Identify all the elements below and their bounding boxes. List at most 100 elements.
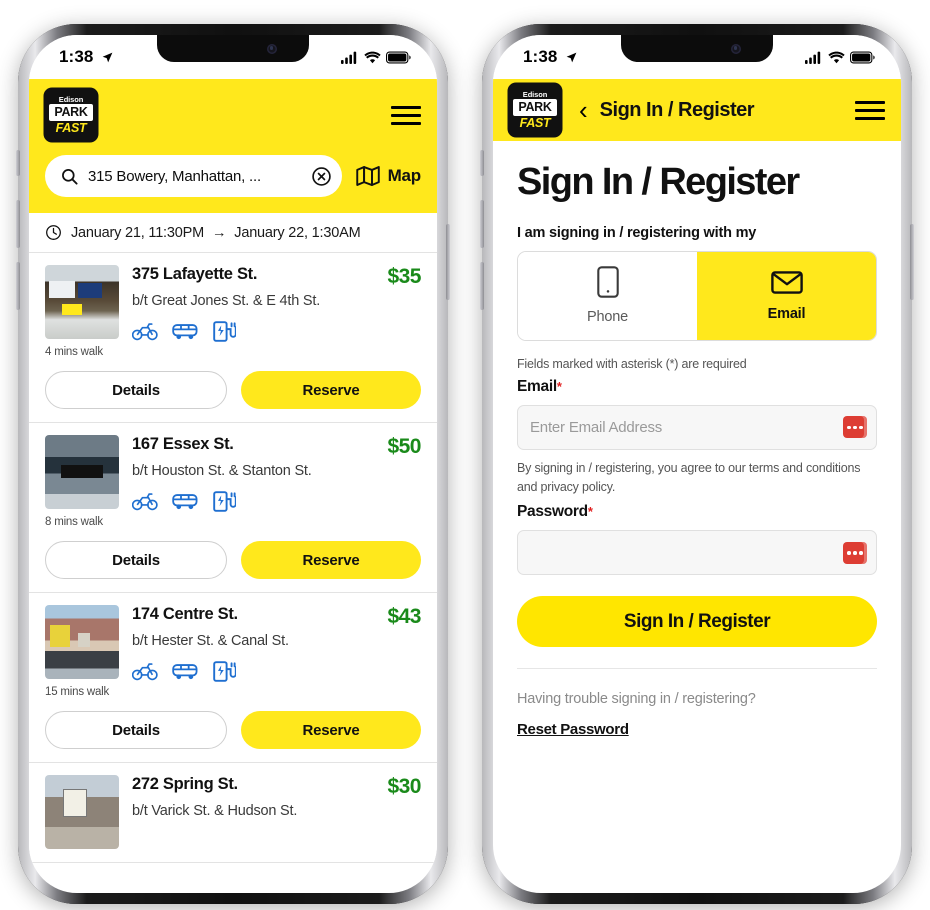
notch <box>157 35 309 62</box>
auth-method-phone[interactable]: Phone <box>518 251 697 340</box>
date-range-row[interactable]: January 21, 11:30PM → January 22, 1:30AM <box>29 213 437 253</box>
envelope-icon <box>770 271 803 294</box>
listing-info: 375 Lafayette St. $35 b/t Great Jones St… <box>132 265 421 358</box>
auth-method-email[interactable]: Email <box>697 251 876 340</box>
listing-actions: Details Reserve <box>45 371 421 409</box>
parking-listings: 4 mins walk 375 Lafayette St. $35 b/t Gr… <box>29 253 437 863</box>
volume-up-button[interactable] <box>16 200 20 248</box>
listing-thumbnail: PARK <box>45 775 119 849</box>
section-divider <box>517 668 877 670</box>
listing-amenities <box>132 490 421 512</box>
map-view-button[interactable]: Map <box>355 165 421 187</box>
status-indicators <box>341 50 411 64</box>
shuttle-van-icon <box>172 494 198 510</box>
listing-thumb-column: 15 mins walk <box>45 605 119 698</box>
email-input[interactable] <box>530 418 864 436</box>
logo-fast-text: FAST <box>55 121 87 135</box>
hamburger-menu-icon[interactable] <box>391 105 421 125</box>
listing-cross-streets: b/t Great Jones St. & E 4th St. <box>132 293 321 309</box>
password-input[interactable] <box>530 544 864 562</box>
auth-method-email-label: Email <box>767 305 806 322</box>
wifi-icon <box>828 51 845 63</box>
edison-parkfast-logo: Edison PARK FAST <box>509 84 561 136</box>
password-manager-icon[interactable] <box>843 541 867 564</box>
battery-icon <box>850 50 875 64</box>
power-button[interactable] <box>446 224 450 300</box>
listing-summary: PARK 272 Spring St. $30 b/t Varick St. &… <box>45 775 421 849</box>
right-phone-device: 1:38 Edison PARK FAST ‹ Sign In / Regist… <box>480 24 914 904</box>
location-arrow-icon <box>103 52 113 62</box>
listing-title-row: 272 Spring St. $30 <box>132 775 421 799</box>
listing-thumb-column: PARK 8 mins walk <box>45 435 119 528</box>
listing-card[interactable]: 15 mins walk 174 Centre St. $43 b/t Hest… <box>29 593 437 763</box>
listing-thumbnail: PARK <box>45 435 119 509</box>
front-camera-icon <box>267 44 277 54</box>
reserve-button[interactable]: Reserve <box>241 371 421 409</box>
email-field-wrapper[interactable] <box>517 404 877 450</box>
app-header-bar: Edison PARK FAST 315 Bowery, Manhattan, … <box>29 79 437 213</box>
clock-icon <box>46 225 61 240</box>
password-manager-icon[interactable] <box>843 416 867 439</box>
listing-info: 272 Spring St. $30 b/t Varick St. & Huds… <box>132 775 421 849</box>
reserve-button[interactable]: Reserve <box>241 541 421 579</box>
auth-method-toggle: Phone Email <box>517 250 877 341</box>
listing-title-row: 174 Centre St. $43 <box>132 605 421 629</box>
bicycle-icon <box>132 323 158 341</box>
listing-card[interactable]: PARK 272 Spring St. $30 b/t Varick St. &… <box>29 763 437 863</box>
reserve-button[interactable]: Reserve <box>241 711 421 749</box>
listing-address: 272 Spring St. <box>132 775 238 793</box>
details-button[interactable]: Details <box>45 541 227 579</box>
date-range-arrow-icon: → <box>211 224 227 241</box>
sign-in-form: Sign In / Register I am signing in / reg… <box>493 141 901 740</box>
location-arrow-icon <box>567 52 577 62</box>
thumbnail-park-sign: PARK <box>64 467 91 477</box>
terms-text: By signing in / registering, you agree t… <box>517 460 861 494</box>
logo-fast-text: FAST <box>519 116 551 130</box>
hamburger-line <box>855 116 885 120</box>
logo-park-text: PARK <box>513 99 557 116</box>
listing-summary: 15 mins walk 174 Centre St. $43 b/t Hest… <box>45 605 421 698</box>
listing-amenities <box>132 320 421 342</box>
date-range-text: January 21, 11:30PM → January 22, 1:30AM <box>71 224 361 241</box>
phone-device-icon <box>596 266 619 299</box>
shuttle-van-icon <box>172 664 198 680</box>
details-button[interactable]: Details <box>45 711 227 749</box>
power-button[interactable] <box>910 224 914 300</box>
sign-in-register-button[interactable]: Sign In / Register <box>517 596 877 648</box>
details-button[interactable]: Details <box>45 371 227 409</box>
listing-amenities <box>132 660 421 682</box>
bicycle-icon <box>132 663 158 681</box>
listing-walk-time: 8 mins walk <box>45 516 103 528</box>
chevron-left-icon[interactable]: ‹ <box>579 97 588 123</box>
listing-address: 167 Essex St. <box>132 435 234 453</box>
listing-title-row: 167 Essex St. $50 <box>132 435 421 459</box>
listing-title-row: 375 Lafayette St. $35 <box>132 265 421 289</box>
mute-switch[interactable] <box>16 150 20 176</box>
notch <box>621 35 773 62</box>
volume-down-button[interactable] <box>480 262 484 310</box>
search-input[interactable]: 315 Bowery, Manhattan, ... <box>88 168 302 185</box>
email-field-label: Email* <box>517 378 877 396</box>
mute-switch[interactable] <box>480 150 484 176</box>
listing-price: $50 <box>387 435 421 458</box>
ev-charger-icon <box>213 320 236 342</box>
pm-dot <box>847 551 851 555</box>
ev-charger-icon <box>213 660 236 682</box>
edison-parkfast-logo: Edison PARK FAST <box>45 89 97 141</box>
header-top-row: Edison PARK FAST <box>29 79 437 141</box>
header-nav-row: Edison PARK FAST ‹ Sign In / Register <box>493 79 901 141</box>
listing-card[interactable]: 4 mins walk 375 Lafayette St. $35 b/t Gr… <box>29 253 437 423</box>
password-field-wrapper[interactable] <box>517 530 877 576</box>
reset-password-link[interactable]: Reset Password <box>517 721 629 738</box>
listing-card[interactable]: PARK 8 mins walk 167 Essex St. $50 b/t H… <box>29 423 437 593</box>
listing-info: 174 Centre St. $43 b/t Hester St. & Cana… <box>132 605 421 698</box>
clear-circle-icon[interactable] <box>311 166 332 187</box>
listing-summary: 4 mins walk 375 Lafayette St. $35 b/t Gr… <box>45 265 421 358</box>
cellular-signal-icon <box>341 51 357 64</box>
volume-up-button[interactable] <box>480 200 484 248</box>
search-input-container[interactable]: 315 Bowery, Manhattan, ... <box>45 155 342 197</box>
hamburger-menu-icon[interactable] <box>855 100 885 120</box>
volume-down-button[interactable] <box>16 262 20 310</box>
hamburger-line <box>391 121 421 125</box>
listing-actions: Details Reserve <box>45 541 421 579</box>
